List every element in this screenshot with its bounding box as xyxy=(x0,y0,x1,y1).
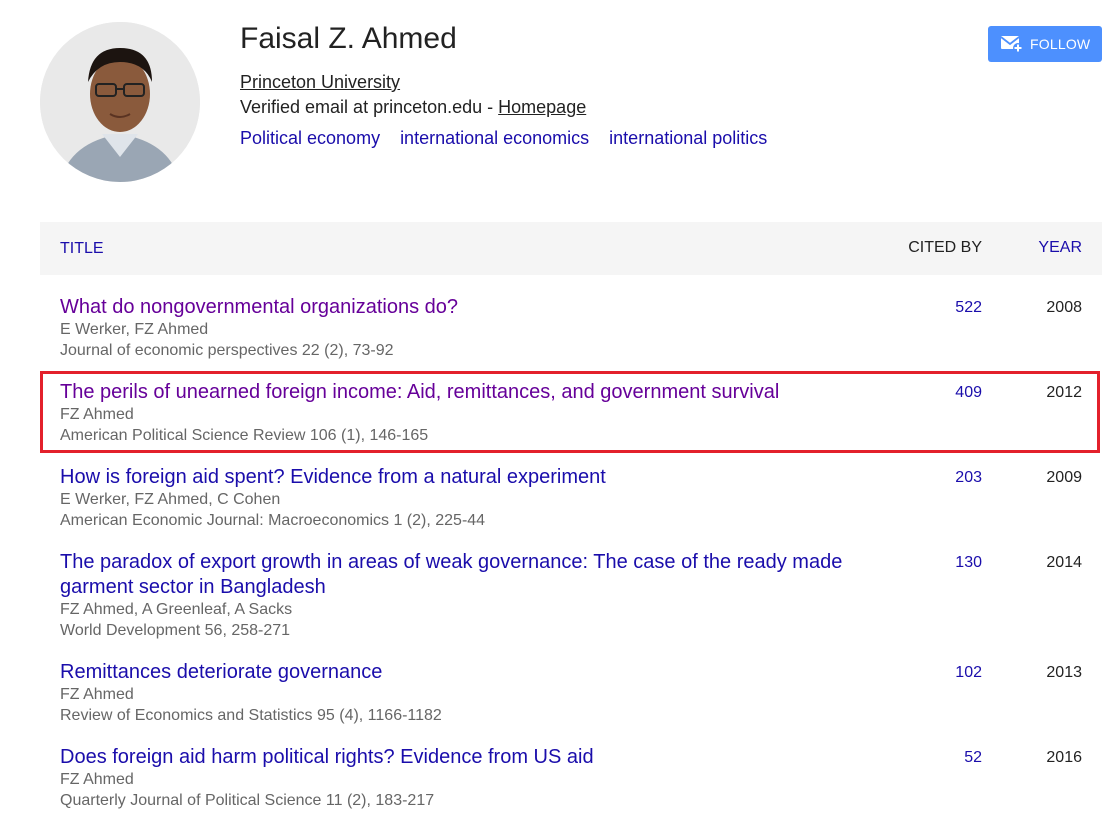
table-row: Does foreign aid harm political rights? … xyxy=(40,745,1102,815)
affiliation-link[interactable]: Princeton University xyxy=(240,72,400,93)
cited-by-link[interactable]: 52 xyxy=(964,749,982,767)
publication-year: 2016 xyxy=(1046,749,1082,766)
profile-name: Faisal Z. Ahmed xyxy=(240,22,457,55)
publication-venue: American Economic Journal: Macroeconomic… xyxy=(60,512,486,529)
homepage-link[interactable]: Homepage xyxy=(498,97,586,117)
publication-title-link[interactable]: What do nongovernmental organizations do… xyxy=(60,295,880,320)
profile-photo xyxy=(40,22,200,182)
publication-authors: FZ Ahmed xyxy=(60,406,134,423)
table-row: The perils of unearned foreign income: A… xyxy=(40,380,1102,450)
publication-title-link[interactable]: Does foreign aid harm political rights? … xyxy=(60,745,880,770)
sort-by-year[interactable]: YEAR xyxy=(1038,239,1082,257)
cited-by-link[interactable]: 102 xyxy=(955,664,982,682)
publication-authors: FZ Ahmed, A Greenleaf, A Sacks xyxy=(60,601,293,618)
publication-year: 2009 xyxy=(1046,469,1082,486)
interest-link[interactable]: international economics xyxy=(400,128,589,149)
publication-title-link[interactable]: The perils of unearned foreign income: A… xyxy=(60,380,880,405)
publication-authors: E Werker, FZ Ahmed xyxy=(60,321,209,338)
interest-link[interactable]: international politics xyxy=(609,128,767,149)
email-line: Verified email at princeton.edu - Homepa… xyxy=(240,97,586,118)
publication-title-link[interactable]: How is foreign aid spent? Evidence from … xyxy=(60,465,880,490)
cited-by-link[interactable]: 203 xyxy=(955,469,982,487)
publication-venue: American Political Science Review 106 (1… xyxy=(60,427,429,444)
sort-by-title[interactable]: TITLE xyxy=(60,240,104,258)
publication-venue: World Development 56, 258-271 xyxy=(60,622,291,639)
research-interests: Political economy international economic… xyxy=(240,128,767,149)
publication-year: 2014 xyxy=(1046,554,1082,571)
mail-plus-icon xyxy=(1000,36,1023,53)
publication-authors: FZ Ahmed xyxy=(60,771,134,788)
sort-by-cited[interactable]: CITED BY xyxy=(908,239,982,257)
follow-label: FOLLOW xyxy=(1030,36,1091,52)
publication-venue: Journal of economic perspectives 22 (2),… xyxy=(60,342,394,359)
publications-table-header: TITLE CITED BY YEAR xyxy=(40,222,1102,275)
publication-year: 2008 xyxy=(1046,299,1082,316)
cited-by-link[interactable]: 130 xyxy=(955,554,982,572)
publication-year: 2013 xyxy=(1046,664,1082,681)
publication-authors: E Werker, FZ Ahmed, C Cohen xyxy=(60,491,281,508)
verified-email-text: Verified email at princeton.edu - xyxy=(240,97,499,117)
publication-year: 2012 xyxy=(1046,384,1082,401)
publication-authors: FZ Ahmed xyxy=(60,686,134,703)
table-row: What do nongovernmental organizations do… xyxy=(40,295,1102,365)
publication-venue: Review of Economics and Statistics 95 (4… xyxy=(60,707,442,724)
publication-title-link[interactable]: Remittances deteriorate governance xyxy=(60,660,880,685)
interest-link[interactable]: Political economy xyxy=(240,128,380,149)
cited-by-link[interactable]: 409 xyxy=(955,384,982,402)
publication-title-link[interactable]: The paradox of export growth in areas of… xyxy=(60,550,880,600)
follow-button[interactable]: FOLLOW xyxy=(988,26,1102,62)
cited-by-link[interactable]: 522 xyxy=(955,299,982,317)
avatar xyxy=(40,22,200,182)
table-row: Remittances deteriorate governance FZ Ah… xyxy=(40,660,1102,730)
table-row: How is foreign aid spent? Evidence from … xyxy=(40,465,1102,535)
publication-venue: Quarterly Journal of Political Science 1… xyxy=(60,792,435,809)
table-row: The paradox of export growth in areas of… xyxy=(40,550,1102,645)
